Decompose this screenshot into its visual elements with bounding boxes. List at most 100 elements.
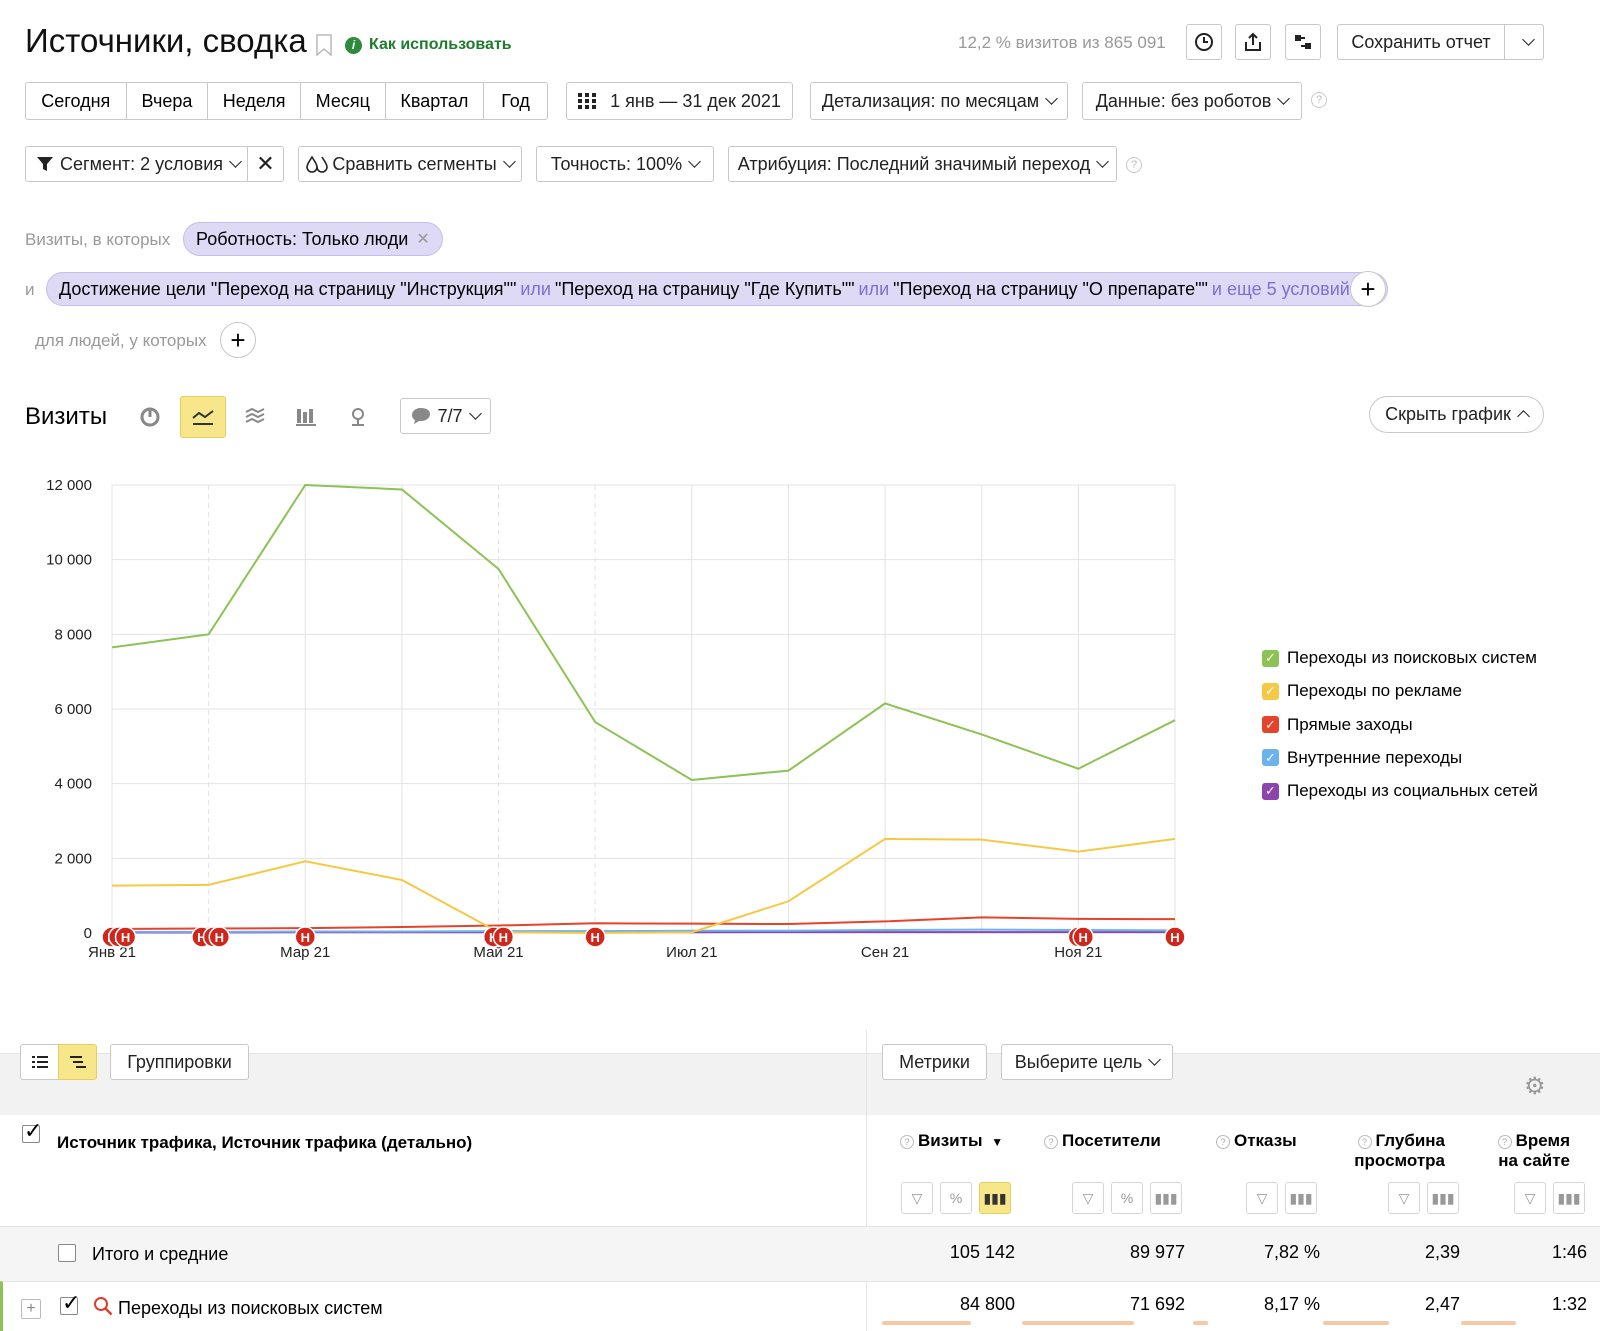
settings-gear-icon[interactable]: ⚙ <box>1524 1072 1546 1101</box>
legend-item[interactable]: ✓ Прямые заходы <box>1262 715 1413 735</box>
check-icon: ✓ <box>62 1290 81 1315</box>
help-icon[interactable]: ? <box>1126 157 1142 173</box>
detail-dropdown[interactable]: Детализация: по месяцам <box>810 82 1068 120</box>
help-icon[interactable]: ? <box>1311 92 1327 108</box>
bar-chart-icon[interactable]: ▮▮▮ <box>1553 1182 1585 1214</box>
filter-icon[interactable]: ▽ <box>901 1182 933 1214</box>
data-filter-dropdown[interactable]: Данные: без роботов <box>1082 82 1302 120</box>
col-visitors-header[interactable]: ? Посетители <box>1044 1131 1174 1151</box>
accuracy-dropdown[interactable]: Точность: 100% <box>536 146 714 182</box>
feedback-button[interactable] <box>1285 24 1321 60</box>
row-depth: 2,47 <box>1424 1294 1460 1314</box>
chevron-down-icon <box>688 154 701 168</box>
legend-checkbox[interactable]: ✓ <box>1262 649 1279 667</box>
legend-item[interactable]: ✓ Переходы по рекламе <box>1262 681 1462 701</box>
notes-dropdown[interactable]: 7/7 <box>400 398 491 434</box>
flat-view-toggle[interactable] <box>20 1044 59 1080</box>
col-time-header[interactable]: ? Время на сайте <box>1480 1131 1570 1171</box>
history-button[interactable] <box>1186 24 1222 60</box>
y-tick-label: 2 000 <box>54 850 92 867</box>
legend-checkbox[interactable]: ✓ <box>1262 782 1279 800</box>
save-report-button[interactable]: Сохранить отчет <box>1337 24 1505 60</box>
legend-checkbox[interactable]: ✓ <box>1262 682 1279 700</box>
visits-share: 12,2 % визитов из 865 091 <box>958 33 1166 52</box>
and-label: и <box>25 280 35 299</box>
bar-chart-icon[interactable]: ▮▮▮ <box>1285 1182 1317 1214</box>
totals-time: 1:46 <box>1551 1242 1587 1262</box>
plus-icon: + <box>230 325 246 355</box>
how-to-link[interactable]: i Как использовать <box>345 36 512 54</box>
col-bounce-header[interactable]: ? Отказы <box>1216 1131 1316 1151</box>
hide-chart-button[interactable]: Скрыть график <box>1369 396 1544 433</box>
pie-chart-toggle[interactable] <box>127 396 173 438</box>
map-chart-toggle[interactable] <box>335 396 381 438</box>
dimension-header[interactable]: Источник трафика, Источник трафика (дета… <box>57 1133 472 1153</box>
filter-icon[interactable]: ▽ <box>1246 1182 1278 1214</box>
legend-item[interactable]: ✓ Переходы из поисковых систем <box>1262 648 1537 668</box>
comment-icon <box>412 408 431 424</box>
totals-bounce: 7,82 % <box>1263 1242 1320 1262</box>
tab-yesterday[interactable]: Вчера <box>127 83 209 119</box>
note-marker: Н <box>492 926 515 948</box>
line-chart-icon <box>192 410 214 425</box>
tab-quarter[interactable]: Квартал <box>386 83 485 119</box>
legend-item[interactable]: ✓ Переходы из социальных сетей <box>1262 781 1538 801</box>
calendar-icon <box>578 93 597 109</box>
legend-checkbox[interactable]: ✓ <box>1262 749 1279 767</box>
totals-visits: 105 142 <box>949 1242 1015 1262</box>
goal-filter-chip[interactable]: Достижение цели "Переход на страницу "Ин… <box>46 272 1389 306</box>
robot-filter-chip[interactable]: Роботность: Только люди ✕ <box>183 222 443 256</box>
attribution-dropdown[interactable]: Атрибуция: Последний значимый переход <box>728 146 1117 182</box>
compare-segments-dropdown[interactable]: Сравнить сегменты <box>298 146 522 182</box>
export-button[interactable] <box>1235 24 1271 60</box>
y-tick-label: 6 000 <box>54 701 92 718</box>
filter-icon[interactable]: ▽ <box>1072 1182 1104 1214</box>
col-visits-header[interactable]: ? Визиты ▼ <box>900 1131 1015 1151</box>
remove-chip-icon[interactable]: ✕ <box>416 229 429 249</box>
dimension-checkbox[interactable]: ✓ <box>22 1118 42 1143</box>
bar-chart-icon[interactable]: ▮▮▮ <box>979 1182 1011 1214</box>
note-marker: Н <box>1072 926 1094 948</box>
y-tick-label: 4 000 <box>54 776 92 793</box>
percent-icon[interactable]: % <box>1111 1182 1143 1214</box>
chevron-down-icon <box>1521 32 1535 46</box>
area-chart-toggle[interactable] <box>232 396 278 438</box>
bar-chart-toggle[interactable] <box>283 396 329 438</box>
svg-text:Н: Н <box>121 930 130 945</box>
segment-dropdown[interactable]: Сегмент: 2 условия <box>25 146 248 182</box>
metrics-button[interactable]: Метрики <box>882 1044 987 1080</box>
tab-week[interactable]: Неделя <box>208 83 301 119</box>
tree-view-toggle[interactable] <box>58 1044 97 1080</box>
note-marker: Н <box>114 926 137 948</box>
legend-label: Переходы из поисковых систем <box>1287 648 1537 667</box>
add-people-condition-button[interactable]: + <box>220 322 256 358</box>
percent-icon[interactable]: % <box>940 1182 972 1214</box>
more-conditions-link[interactable]: и еще 5 условий <box>1212 279 1350 300</box>
tab-year[interactable]: Год <box>484 83 547 119</box>
totals-checkbox[interactable] <box>58 1244 76 1262</box>
stacked-area-icon <box>245 407 265 424</box>
filter-icon[interactable]: ▽ <box>1388 1182 1420 1214</box>
add-condition-button[interactable]: + <box>1350 271 1386 307</box>
chevron-down-icon <box>502 154 516 168</box>
tab-today[interactable]: Сегодня <box>26 83 127 119</box>
groupings-button[interactable]: Группировки <box>110 1044 249 1080</box>
filter-icon[interactable]: ▽ <box>1514 1182 1546 1214</box>
date-range-button[interactable]: 1 янв — 31 дек 2021 <box>566 82 793 120</box>
y-tick-label: 10 000 <box>46 552 92 569</box>
bookmark-icon[interactable] <box>316 34 332 57</box>
line-chart-toggle[interactable] <box>180 396 226 438</box>
clear-segment-button[interactable]: ✕ <box>247 146 284 182</box>
tab-month[interactable]: Месяц <box>301 83 386 119</box>
expand-row-button[interactable]: + <box>21 1299 41 1319</box>
goal-select-dropdown[interactable]: Выберите цель <box>1001 1044 1173 1080</box>
bar-chart-icon[interactable]: ▮▮▮ <box>1427 1182 1459 1214</box>
row-checkbox[interactable]: ✓ <box>60 1290 80 1315</box>
legend-item[interactable]: ✓ Внутренние переходы <box>1262 748 1462 768</box>
bar-chart-icon[interactable]: ▮▮▮ <box>1150 1182 1182 1214</box>
plus-icon: + <box>1360 274 1376 304</box>
col-depth-header[interactable]: ? Глубина просмотра <box>1340 1131 1445 1171</box>
save-options-button[interactable] <box>1504 24 1544 60</box>
info-icon: i <box>345 36 362 54</box>
legend-checkbox[interactable]: ✓ <box>1262 716 1279 734</box>
